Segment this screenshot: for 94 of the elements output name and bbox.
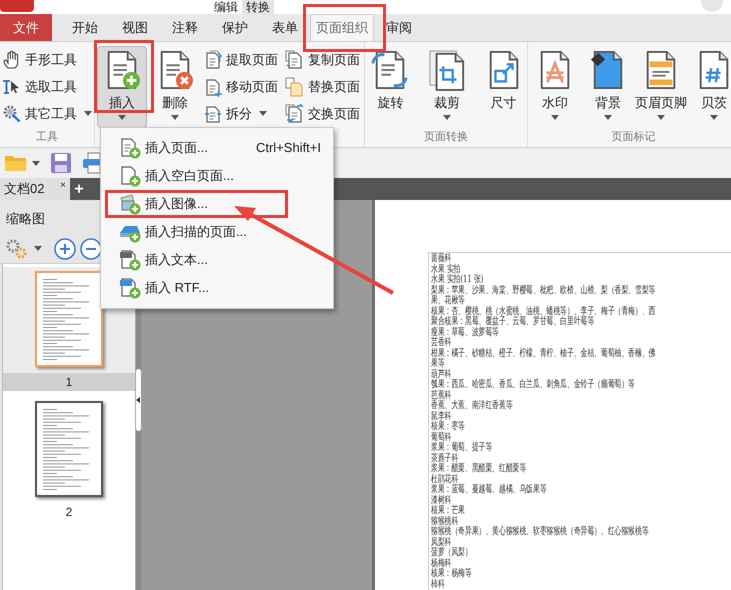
ribbon-button[interactable]: 水印: [530, 46, 580, 128]
text-line: 核果：杨梅等: [431, 569, 472, 579]
caret-icon: [34, 246, 42, 251]
ribbon-button[interactable]: 移动页面: [203, 73, 282, 100]
ribbon-button[interactable]: 页眉页脚: [636, 46, 686, 128]
ribbon-button[interactable]: 背景: [583, 46, 633, 128]
blank-page-icon: [119, 165, 141, 187]
ribbon-tab[interactable]: 页面组织: [310, 14, 374, 41]
rotate-icon: [371, 49, 410, 91]
shortcut-label: Ctrl+Shift+I: [256, 139, 321, 158]
ribbon-button[interactable]: 交换页面: [285, 100, 364, 127]
ribbon-button[interactable]: 其它工具: [2, 100, 96, 127]
menu-item[interactable]: 插入图像...: [119, 193, 208, 215]
image-icon: [119, 193, 141, 215]
text-line: 瘦果：草莓、波萝莓等: [431, 328, 499, 338]
ribbon-tab[interactable]: 保护: [210, 14, 260, 41]
app-logo: [0, 0, 34, 12]
page-thumbnail-item[interactable]: 1: [3, 267, 135, 391]
zoom-in-icon[interactable]: [54, 238, 76, 260]
text-line: 浆果：葡萄、提子等: [431, 443, 492, 453]
ribbon-button[interactable]: 尺寸: [480, 46, 528, 128]
page-plus-icon: [119, 137, 141, 159]
ribbon-button[interactable]: 手形工具: [2, 46, 96, 73]
text-line: 核果：杏、樱桃、桃（水蜜桃、油桃、蟠桃等）、李子、梅子（青梅）、西: [431, 306, 656, 316]
text-line: 柿科: [431, 580, 445, 590]
ribbon-button[interactable]: 裁剪: [424, 46, 470, 128]
collapse-handle[interactable]: [136, 369, 141, 431]
panel-title: 缩略图: [6, 210, 45, 228]
text-line: 杨梅科: [431, 558, 452, 568]
text-line: 聚合核果：黑莓、覆盆子、云莓、罗甘莓、白里叶莓等: [431, 317, 594, 327]
text-line: 瓠果：西瓜、哈密瓜、香瓜、白兰瓜、刺角瓜、金铃子（癞葡萄）等: [431, 380, 635, 390]
title-tab[interactable]: 转换: [242, 0, 274, 14]
close-button[interactable]: ×: [60, 181, 66, 191]
ribbon-button[interactable]: 选取工具: [2, 73, 96, 100]
text-line: 果、花楸等: [431, 296, 465, 306]
ribbon-button[interactable]: 删除: [150, 46, 200, 128]
text-line: 核果：芒果: [431, 506, 465, 516]
text-line: 芭蕉科: [431, 390, 452, 400]
text-line: 香蕉、大蕉、南洋红香蕉等: [431, 401, 513, 411]
text-file-icon: [119, 249, 141, 271]
crop-icon: [428, 49, 466, 91]
file-menu-button[interactable]: 文件: [0, 14, 52, 41]
ribbon-button[interactable]: 旋转: [367, 46, 414, 128]
ribbon-button[interactable]: 贝茨: [689, 46, 731, 128]
text-line: 梨果：苹果、沙果、海棠、野樱莓、枇杷、欧楂、山楂、梨（香梨、雪梨等: [431, 286, 656, 296]
text-line: 芸香科: [431, 338, 452, 348]
caret-icon: [32, 160, 40, 166]
text-line: 凤梨科: [431, 538, 452, 548]
text-line: 水果 实拍(11 张): [431, 275, 484, 285]
text-line: 猕猴桃科: [431, 516, 458, 526]
text-line: 蔷薇科: [431, 254, 452, 264]
menu-item[interactable]: 插入页面... Ctrl+Shift+I: [119, 137, 321, 159]
ribbon-button[interactable]: 复制页面: [285, 46, 364, 73]
save-icon[interactable]: [50, 152, 72, 174]
ribbon-button[interactable]: 提取页面: [203, 46, 282, 73]
text-line: 核果：枣等: [431, 422, 465, 432]
menu-item[interactable]: 插入扫描的页面...: [119, 221, 247, 243]
ribbon-tab[interactable]: 视图: [110, 14, 160, 41]
group-caption: 工具: [36, 130, 58, 145]
text-line: 浆果：蓝莓、蔓越莓、越橘、乌饭果等: [431, 485, 547, 495]
page-number: 1: [66, 374, 72, 391]
text-line: 水果 实拍: [431, 264, 460, 274]
text-line: 杜鹃花科: [431, 474, 458, 484]
text-line: 鼠李科: [431, 412, 452, 422]
ribbon-button[interactable]: 插入: [97, 46, 147, 128]
ribbon-tab[interactable]: 注释: [160, 14, 210, 41]
ribbon-button[interactable]: 替换页面: [285, 73, 364, 100]
text-line: 葫芦科: [431, 370, 452, 380]
group-caption: 页面转换: [424, 130, 468, 145]
replace-icon: [285, 76, 305, 96]
text-line: 猕猴桃（奇异果）、黄心猕猴桃、软枣猕猴桃（奇异莓）、红心猕猴桃等: [431, 527, 649, 537]
ribbon-tab[interactable]: 开始: [60, 14, 110, 41]
ribbon-tab[interactable]: 审阅: [374, 14, 424, 41]
ribbon-button[interactable]: 拆分: [203, 100, 282, 127]
page-number: 2: [66, 504, 72, 521]
text-line: 浆果：醋栗、黑醋栗、红醋栗等: [431, 464, 526, 474]
text-line: 菠萝（凤梨）: [431, 548, 472, 558]
menu-item[interactable]: 插入空白页面...: [119, 165, 234, 187]
zoom-out-icon[interactable]: [80, 238, 102, 260]
ribbon-tab[interactable]: 表单: [260, 14, 310, 41]
tab-label: 文档02: [4, 180, 44, 198]
text-line: 茶藨子科: [431, 454, 458, 464]
document-tab[interactable]: 文档02 ×: [0, 178, 70, 200]
text-line: 果等: [431, 359, 445, 369]
split-icon: [203, 104, 223, 124]
swap-icon: [285, 104, 305, 124]
text-line: 柑果：橘子、砂糖桔、橙子、柠檬、青柠、柚子、金桔、葡萄柚、香橼、佛: [431, 348, 656, 358]
new-tab-button[interactable]: +: [70, 178, 88, 200]
gear-icon: [2, 104, 22, 124]
text-line: 漆树科: [431, 496, 452, 506]
rtf-file-icon: [119, 277, 141, 299]
group-caption: 页面标记: [612, 130, 656, 145]
title-tab[interactable]: 编辑: [210, 0, 242, 14]
text-line: 葡萄科: [431, 432, 452, 442]
